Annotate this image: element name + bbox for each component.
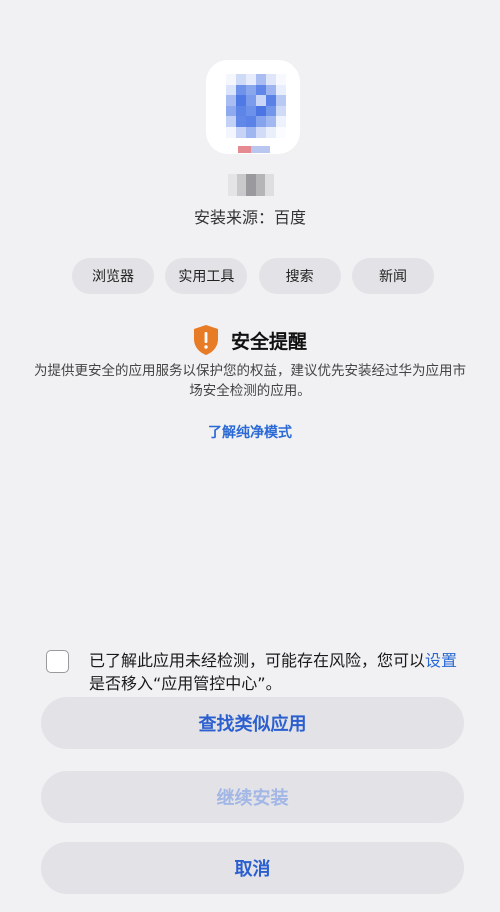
category-tags: 浏览器 实用工具 搜索 新闻 <box>72 258 434 294</box>
security-alert-description: 为提供更安全的应用服务以保护您的权益，建议优先安装经过华为应用市场安全检测的应用… <box>34 363 466 399</box>
risk-acknowledge-checkbox[interactable] <box>46 650 69 673</box>
find-similar-apps-button[interactable]: 查找类似应用 <box>41 697 464 749</box>
tag-search[interactable]: 搜索 <box>258 258 341 294</box>
risk-text-after: 是否移入“应用管控中心”。 <box>89 674 282 693</box>
tag-news[interactable]: 新闻 <box>351 258 434 294</box>
risk-text-before: 已了解此应用未经检测，可能存在风险，您可以 <box>89 651 426 670</box>
tag-browser[interactable]: 浏览器 <box>72 258 154 294</box>
app-icon-strip <box>238 146 270 153</box>
shield-warning-icon <box>193 325 218 355</box>
security-alert-title: 安全提醒 <box>230 330 307 353</box>
app-name-mosaic <box>228 174 275 196</box>
cancel-button[interactable]: 取消 <box>41 842 464 894</box>
risk-acknowledge-text: 已了解此应用未经检测，可能存在风险，您可以设置是否移入“应用管控中心”。 <box>89 649 464 695</box>
settings-link[interactable]: 设置 <box>425 651 457 670</box>
install-source: 安装来源：百度 <box>193 208 306 227</box>
tag-utility-tools[interactable]: 实用工具 <box>165 258 248 294</box>
app-icon-mosaic <box>226 74 286 138</box>
continue-install-button[interactable]: 继续安装 <box>41 771 464 823</box>
app-icon <box>206 60 300 154</box>
security-alert-header: 安全提醒 <box>0 324 500 356</box>
learn-pure-mode-link[interactable]: 了解纯净模式 <box>0 422 500 442</box>
